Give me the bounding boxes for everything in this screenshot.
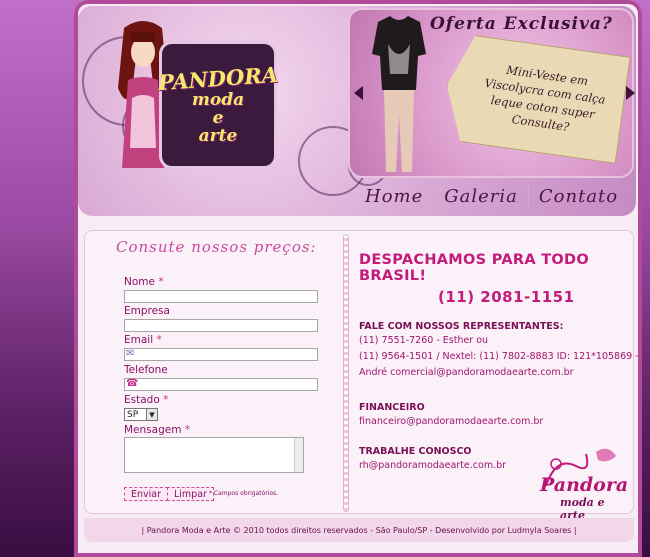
mensagem-label-text: Mensagem [124,424,182,436]
shipping-title: DESPACHAMOS PARA TODO BRASIL! [359,252,589,284]
estado-value: SP [127,409,139,420]
column-divider [343,234,349,512]
required-mark: * [163,394,169,406]
required-mark: * [158,276,164,288]
nome-input[interactable] [124,290,318,303]
textarea-scrollbar[interactable] [294,438,303,472]
email-input[interactable]: ✉ [124,348,318,361]
main-phone: (11) 2081-1151 [438,288,575,306]
reps-heading: FALE COM NOSSOS REPRESENTANTES: [359,321,564,332]
estado-label: Estado * [124,394,168,406]
reps-line-2: (11) 9564-1501 / Nextel: (11) 7802-8883 … [359,351,639,362]
telefone-input[interactable]: ☎ [124,378,318,391]
footer: | Pandora Moda e Arte © 2010 todos direi… [84,518,634,542]
empresa-label: Empresa [124,305,170,317]
product-image[interactable] [368,14,430,174]
form-title: Consute nossos preços: [116,238,317,256]
required-mark: * [156,334,162,346]
reps-line-1: (11) 7551-7260 - Esther ou [359,335,489,346]
footer-logo: Pandora moda e arte [536,446,632,522]
phone-icon: ☎ [126,378,139,389]
pandora-logo[interactable]: PANDORA moda e arte [157,44,279,166]
financeiro-heading: FINANCEIRO [359,402,425,413]
trabalhe-heading: TRABALHE CONOSCO [359,446,472,457]
email-label: Email * [124,334,162,346]
footer-logo-title: Pandora [540,474,629,496]
main-nav: Home Galeria Contato [355,184,628,209]
estado-select[interactable]: SP ▼ [124,408,158,421]
mensagem-textarea[interactable] [124,437,304,473]
next-arrow-icon[interactable] [626,86,635,100]
nav-contato[interactable]: Contato [527,184,628,209]
reps-line-3[interactable]: André comercial@pandoramodaearte.com.br [359,365,574,381]
trabalhe-email[interactable]: rh@pandoramodaearte.com.br [359,458,506,474]
estado-label-text: Estado [124,394,160,406]
offer-title: Oferta Exclusiva? [430,14,613,34]
offer-tag-text: Mini-Veste em Viscolycra com calça leque… [479,59,609,139]
financeiro-email[interactable]: financeiro@pandoramodaearte.com.br [359,414,543,430]
email-label-text: Email [124,334,154,346]
mensagem-label: Mensagem * [124,424,190,436]
chevron-down-icon[interactable]: ▼ [146,409,157,420]
empresa-input[interactable] [124,319,318,332]
logo-line-moda: moda [191,89,245,110]
envelope-icon: ✉ [126,348,135,359]
limpar-button[interactable]: Limpar [167,487,214,501]
enviar-button[interactable]: Enviar [124,487,169,501]
logo-line-arte: arte [198,125,238,146]
logo-line-e: e [212,107,224,128]
logo-title: PANDORA [157,61,279,95]
nav-home[interactable]: Home [355,184,433,209]
required-mark: * [184,424,191,436]
nav-galeria[interactable]: Galeria [433,184,528,209]
telefone-label: Telefone [124,364,168,376]
nome-label-text: Nome [124,276,155,288]
prev-arrow-icon[interactable] [354,86,363,100]
footer-text: | Pandora Moda e Arte © 2010 todos direi… [141,525,577,535]
nome-label: Nome * [124,276,164,288]
required-note: * Campos obrigatórios. [209,490,279,497]
